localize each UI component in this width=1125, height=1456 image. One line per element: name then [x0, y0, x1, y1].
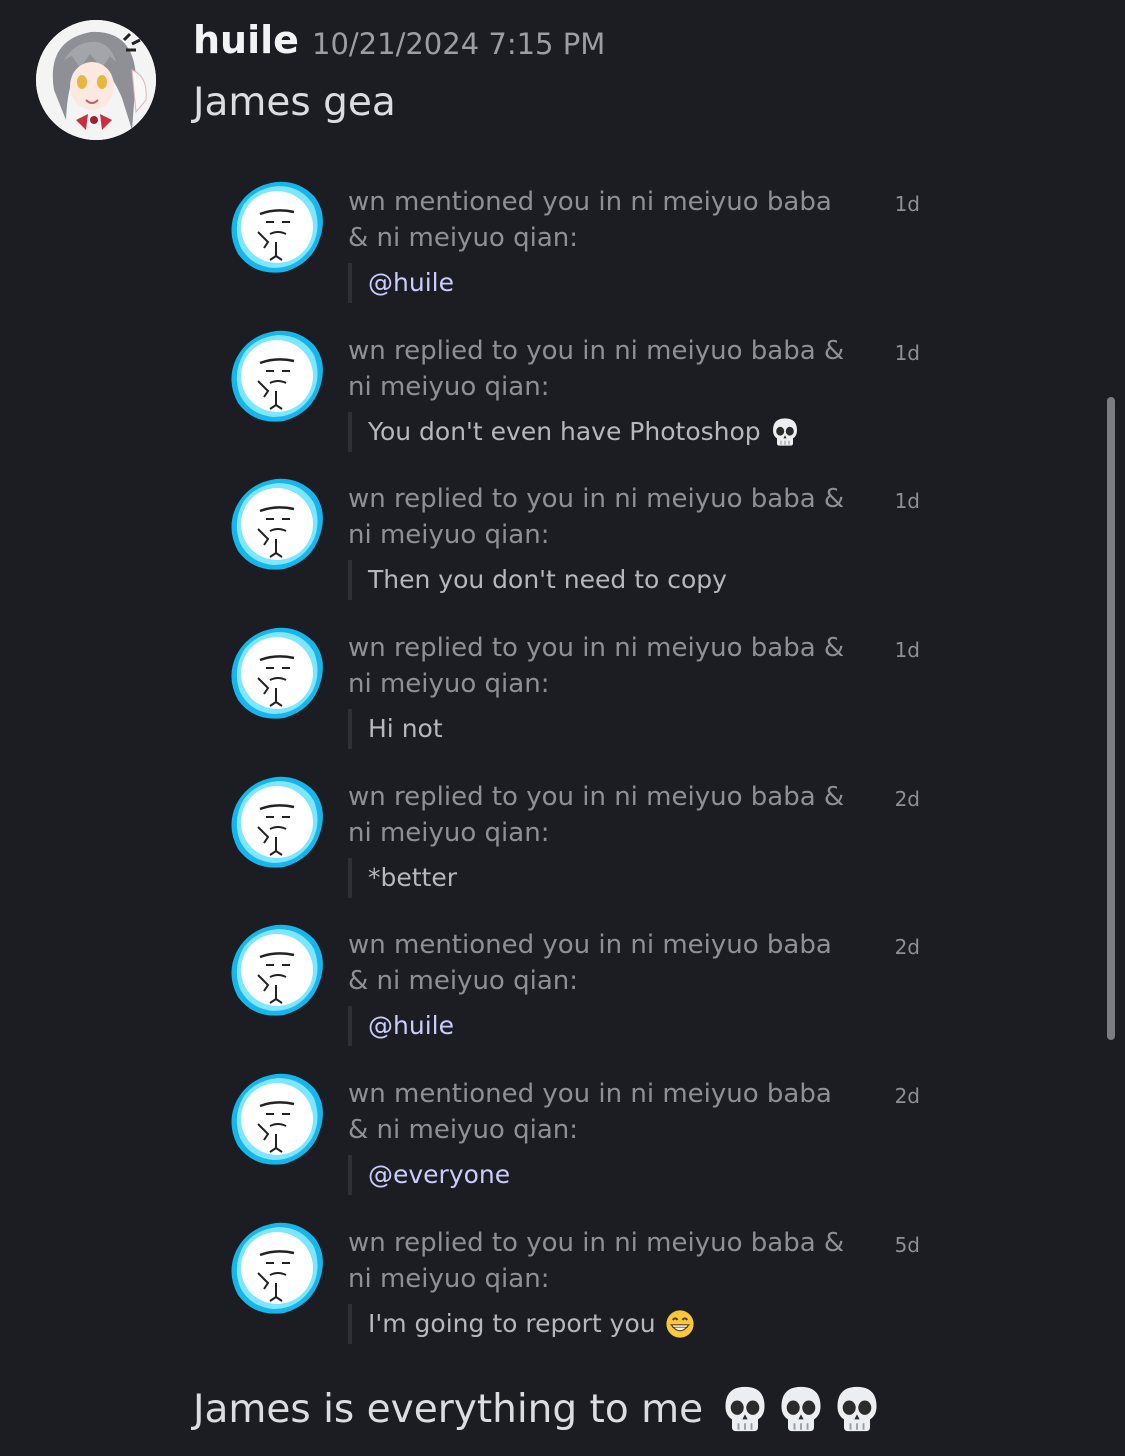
notification-text: wn mentioned you in ni meiyuo baba & ni … — [348, 1079, 832, 1146]
notification-quote-text: @huile — [368, 1011, 454, 1041]
notification-item[interactable]: wn mentioned you in ni meiyuo baba & ni … — [226, 178, 946, 327]
notification-age: 1d — [894, 192, 920, 216]
skull-emoji-icon — [831, 1383, 883, 1435]
notification-quote-text: @everyone — [368, 1160, 511, 1190]
notification-item[interactable]: wn replied to you in ni meiyuo baba & ni… — [226, 327, 946, 476]
notification-text: wn replied to you in ni meiyuo baba & ni… — [348, 1227, 845, 1294]
notification-avatar — [228, 626, 324, 722]
notification-age: 2d — [894, 935, 920, 960]
notification-item[interactable]: wn replied to you in ni meiyuo baba & ni… — [226, 1219, 946, 1368]
followup-message-text: James is everything to me — [193, 1386, 704, 1432]
skull-emoji-icon — [775, 1383, 827, 1435]
notification-quote-text: *better — [368, 862, 458, 892]
notification-avatar — [228, 329, 324, 425]
notification-quote-text: I'm going to report you — [368, 1308, 656, 1338]
skull-emoji-icon — [769, 416, 801, 448]
notification-quote-text: Hi not — [368, 714, 443, 744]
author-name[interactable]: huile — [193, 18, 299, 62]
notification-quote-text: Then you don't need to copy — [368, 565, 727, 595]
notification-text: wn replied to you in ni meiyuo baba & ni… — [348, 484, 845, 551]
notification-age: 1d — [894, 638, 920, 663]
notification-quote: @huile — [348, 1006, 454, 1047]
notification-avatar — [228, 1072, 324, 1168]
notification-quote: @huile — [348, 263, 454, 303]
notification-quote: @everyone — [348, 1155, 511, 1196]
notification-quote: You don't even have Photoshop — [348, 411, 801, 452]
notification-text: wn replied to you in ni meiyuo baba & ni… — [348, 781, 845, 848]
notification-age: 1d — [894, 489, 920, 514]
message-text: James gea — [193, 80, 396, 125]
notification-quote: Then you don't need to copy — [348, 560, 727, 601]
grin-emoji-icon — [664, 1308, 696, 1340]
notification-text: wn replied to you in ni meiyuo baba & ni… — [348, 633, 845, 700]
notification-quote: I'm going to report you — [348, 1303, 696, 1344]
notification-text: wn mentioned you in ni meiyuo baba & ni … — [348, 930, 832, 997]
notification-item[interactable]: wn replied to you in ni meiyuo baba & ni… — [226, 475, 946, 624]
notification-item[interactable]: wn mentioned you in ni meiyuo baba & ni … — [226, 1070, 946, 1219]
notification-avatar — [228, 1221, 324, 1317]
notification-item[interactable]: wn mentioned you in ni meiyuo baba & ni … — [226, 921, 946, 1070]
notification-avatar — [228, 180, 324, 276]
message-timestamp: 10/21/2024 7:15 PM — [312, 27, 606, 61]
notification-age: 5d — [894, 1232, 920, 1257]
notification-quote-text: @huile — [368, 268, 454, 297]
scrollbar[interactable] — [1107, 397, 1115, 1040]
notification-age: 1d — [894, 340, 920, 365]
notification-item[interactable]: wn replied to you in ni meiyuo baba & ni… — [226, 624, 946, 773]
skull-emoji-row — [719, 1383, 883, 1435]
notification-age: 2d — [894, 1084, 920, 1109]
notification-list: wn mentioned you in ni meiyuo baba & ni … — [226, 178, 946, 1368]
notification-quote: *better — [348, 857, 458, 898]
notification-avatar — [228, 923, 324, 1019]
notification-quote: Hi not — [348, 709, 443, 750]
author-avatar[interactable] — [36, 20, 156, 140]
followup-message: James is everything to me — [193, 1383, 883, 1435]
notification-text: wn mentioned you in ni meiyuo baba & ni … — [348, 187, 832, 253]
notification-quote-text: You don't even have Photoshop — [368, 416, 761, 446]
notification-avatar — [228, 775, 324, 871]
notification-age: 2d — [894, 786, 920, 811]
message-screenshot: huile 10/21/2024 7:15 PM James gea wn me… — [0, 0, 1125, 1456]
notification-avatar — [228, 477, 324, 573]
skull-emoji-icon — [719, 1383, 771, 1435]
notification-item[interactable]: wn replied to you in ni meiyuo baba & ni… — [226, 773, 946, 922]
notification-text: wn replied to you in ni meiyuo baba & ni… — [348, 335, 845, 402]
